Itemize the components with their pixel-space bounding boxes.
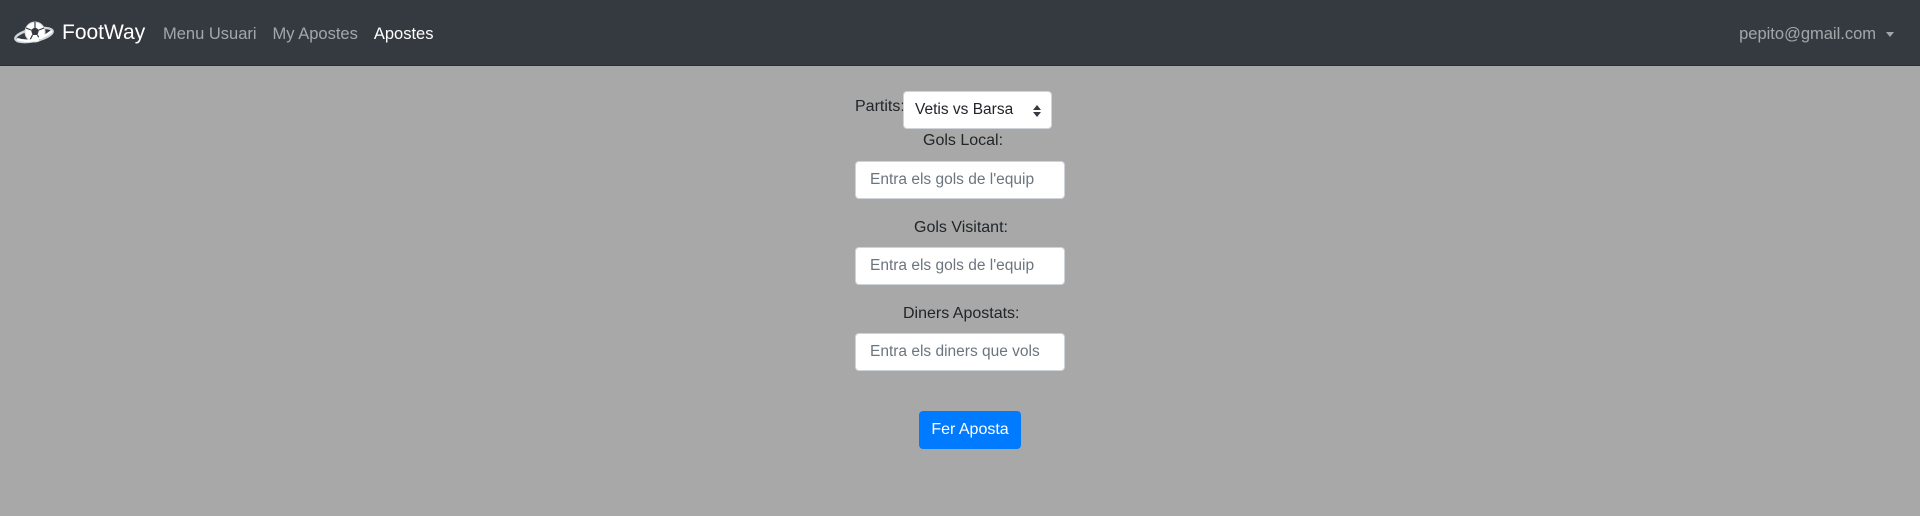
soccer-ball-planet-icon [14,21,54,44]
away-goals-input[interactable]: Entra els gols de l'equip [855,247,1065,285]
brand-name: FootWay [62,21,146,44]
navbar: FootWay Menu Usuari My Apostes Apostes p… [0,0,1920,66]
home-goals-label: Gols Local: [923,132,1004,149]
user-dropdown[interactable]: pepito@gmail.com [1739,22,1894,46]
select-arrows-icon [1033,105,1041,117]
match-label: Partits: [855,98,905,115]
user-email: pepito@gmail.com [1739,25,1876,43]
money-input[interactable]: Entra els diners que vols [855,333,1065,371]
brand[interactable]: FootWay [14,18,145,48]
match-select[interactable]: Vetis vs Barsa [903,91,1052,129]
nav-links: Menu Usuari My Apostes Apostes [163,22,433,46]
nav-link-menu-usuari[interactable]: Menu Usuari [163,22,257,46]
nav-link-my-apostes[interactable]: My Apostes [273,22,358,46]
caret-down-icon [1886,32,1894,37]
place-bet-button[interactable]: Fer Aposta [919,411,1021,449]
home-goals-input[interactable]: Entra els gols de l'equip [855,161,1065,199]
away-goals-label: Gols Visitant: [914,219,1008,236]
nav-link-apostes[interactable]: Apostes [374,22,434,46]
money-label: Diners Apostats: [903,305,1020,322]
match-selected-value: Vetis vs Barsa [915,101,1014,118]
